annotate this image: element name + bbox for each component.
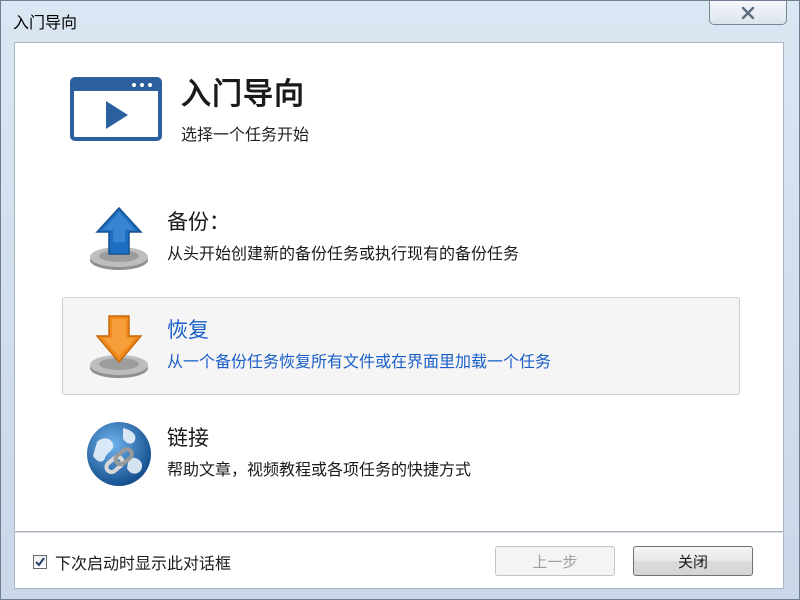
window-close-button[interactable] xyxy=(709,1,787,25)
dialog-footer: 下次启动时显示此对话框 上一步 关闭 xyxy=(14,532,784,589)
task-restore[interactable]: 恢复 从一个备份任务恢复所有文件或在界面里加载一个任务 xyxy=(62,297,740,395)
show-on-startup-checkbox[interactable] xyxy=(33,555,47,569)
page-subtitle: 选择一个任务开始 xyxy=(181,125,310,144)
task-restore-description: 从一个备份任务恢复所有文件或在界面里加载一个任务 xyxy=(167,352,552,371)
checkmark-icon xyxy=(35,557,45,567)
dialog-content: 入门导向 选择一个任务开始 备份： 从头开始创建新的备份任务或执行现有的备份任务 xyxy=(14,42,784,532)
window-title: 入门导向 xyxy=(13,13,78,32)
dialog-window: 入门导向 入门导向 选择一个任务开始 备份： 从头开始创建新的备份任务或执行现有… xyxy=(0,0,800,600)
task-backup[interactable]: 备份： 从头开始创建新的备份任务或执行现有的备份任务 xyxy=(62,189,740,287)
globe-link-icon xyxy=(87,422,151,486)
show-on-startup-row[interactable]: 下次启动时显示此对话框 xyxy=(33,550,231,574)
task-links-title: 链接 xyxy=(167,426,209,450)
task-links[interactable]: 链接 帮助文章，视频教程或各项任务的快捷方式 xyxy=(62,405,740,503)
task-links-description: 帮助文章，视频教程或各项任务的快捷方式 xyxy=(167,460,472,479)
video-player-icon xyxy=(70,77,162,141)
close-button[interactable]: 关闭 xyxy=(633,546,753,576)
backup-upload-icon xyxy=(90,206,148,270)
task-restore-title: 恢复 xyxy=(167,318,209,342)
task-backup-title: 备份： xyxy=(167,210,230,234)
page-title: 入门导向 xyxy=(181,77,305,112)
title-bar[interactable]: 入门导向 xyxy=(1,1,799,41)
close-icon xyxy=(741,6,755,19)
show-on-startup-label: 下次启动时显示此对话框 xyxy=(55,554,232,573)
restore-download-icon xyxy=(90,315,148,378)
back-button[interactable]: 上一步 xyxy=(495,546,615,576)
task-backup-description: 从头开始创建新的备份任务或执行现有的备份任务 xyxy=(167,244,520,263)
